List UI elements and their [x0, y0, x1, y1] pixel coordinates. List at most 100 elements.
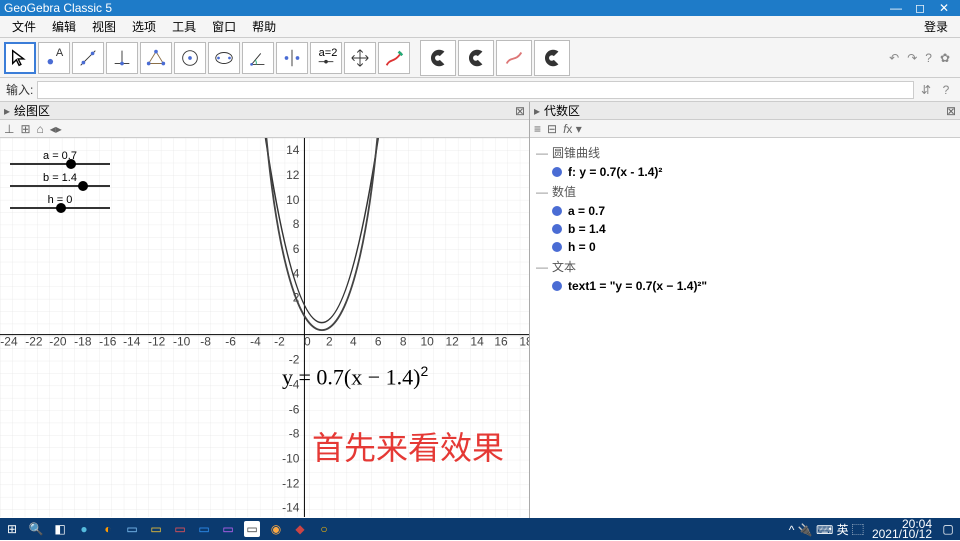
menu-options[interactable]: 选项 [126, 16, 162, 37]
visibility-dot[interactable] [552, 242, 562, 252]
tool-custom-4[interactable] [534, 40, 570, 76]
tool-reflect[interactable] [276, 42, 308, 74]
notifications-icon[interactable]: ▢ [940, 521, 956, 537]
svg-text:-24: -24 [0, 335, 18, 349]
algebra-item-a[interactable]: a = 0.7 [536, 202, 954, 220]
graph-panel-header[interactable]: ▸ 绘图区 ⊠ [0, 102, 529, 120]
slider-b[interactable]: b = 1.4 [10, 172, 110, 187]
menu-edit[interactable]: 编辑 [46, 16, 82, 37]
redo-icon[interactable]: ↷ [907, 51, 917, 65]
algebra-item-h[interactable]: h = 0 [536, 238, 954, 256]
start-icon[interactable]: ⊞ [4, 521, 20, 537]
category-conic[interactable]: —圆锥曲线 [536, 142, 954, 163]
slider-h[interactable]: h = 0 [10, 194, 110, 209]
svg-text:-14: -14 [123, 335, 141, 349]
tool-custom-1[interactable] [420, 40, 456, 76]
tool-pen[interactable] [378, 42, 410, 74]
window-titlebar: GeoGebra Classic 5 — ◻ ✕ [0, 0, 960, 16]
svg-text:-20: -20 [49, 335, 67, 349]
svg-text:4: 4 [350, 335, 357, 349]
visibility-dot[interactable] [552, 206, 562, 216]
algebra-tree: —圆锥曲线 f: y = 0.7(x - 1.4)² —数值 a = 0.7 b… [530, 138, 960, 518]
visibility-dot[interactable] [552, 224, 562, 234]
visibility-dot[interactable] [552, 167, 562, 177]
caption-text: 首先来看效果 [312, 423, 504, 469]
input-help-icon[interactable]: ? [938, 83, 954, 97]
app-icon[interactable]: ○ [316, 521, 332, 537]
graph-panel: ▸ 绘图区 ⊠ ⊥ ⊞ ⌂ ◂▸ -24-22-20-18 -16-14-12-… [0, 102, 530, 518]
svg-text:14: 14 [286, 143, 300, 157]
svg-text:a=2: a=2 [319, 47, 337, 59]
svg-text:A: A [56, 47, 64, 59]
tool-slider[interactable]: a=2 [310, 42, 342, 74]
aux-icon[interactable]: ⊟ [547, 122, 557, 136]
algebra-item-b[interactable]: b = 1.4 [536, 220, 954, 238]
app-icon[interactable]: ● [76, 521, 92, 537]
svg-text:8: 8 [293, 217, 300, 231]
algebra-item-text1[interactable]: text1 = "y = 0.7(x − 1.4)²" [536, 277, 954, 295]
algebra-item-f[interactable]: f: y = 0.7(x - 1.4)² [536, 163, 954, 181]
command-input[interactable] [37, 81, 914, 99]
menu-window[interactable]: 窗口 [206, 16, 242, 37]
app-icon[interactable]: ▭ [244, 521, 260, 537]
menu-file[interactable]: 文件 [6, 16, 42, 37]
maximize-button[interactable]: ◻ [908, 1, 932, 15]
tool-point[interactable]: A [38, 42, 70, 74]
nav-icon[interactable]: ◂▸ [50, 122, 62, 136]
svg-text:12: 12 [286, 168, 300, 182]
collapse-icon[interactable]: ▸ [4, 104, 14, 118]
algebra-panel-title: 代数区 [544, 102, 580, 119]
tool-move-view[interactable] [344, 42, 376, 74]
svg-text:-6: -6 [289, 402, 300, 416]
login-link[interactable]: 登录 [918, 16, 954, 37]
undo-icon[interactable]: ↶ [889, 51, 899, 65]
app-icon[interactable]: ▭ [172, 521, 188, 537]
grid-toggle[interactable]: ⊞ [20, 122, 30, 136]
menu-view[interactable]: 视图 [86, 16, 122, 37]
app-icon[interactable]: ▭ [196, 521, 212, 537]
search-icon[interactable]: 🔍 [28, 521, 44, 537]
svg-text:0: 0 [304, 335, 311, 349]
app-icon[interactable]: ◐ [100, 521, 116, 537]
tool-perpendicular[interactable] [106, 42, 138, 74]
svg-text:18: 18 [519, 335, 529, 349]
fx-label[interactable]: fx ▾ [563, 122, 582, 136]
axes-toggle[interactable]: ⊥ [4, 122, 14, 136]
category-text[interactable]: —文本 [536, 256, 954, 277]
tool-circle[interactable] [174, 42, 206, 74]
tool-ellipse[interactable] [208, 42, 240, 74]
svg-text:10: 10 [286, 193, 300, 207]
app-icon[interactable]: ◉ [268, 521, 284, 537]
tool-polygon[interactable] [140, 42, 172, 74]
algebra-panel-close[interactable]: ⊠ [946, 104, 956, 118]
app-icon[interactable]: ◆ [292, 521, 308, 537]
menu-tools[interactable]: 工具 [166, 16, 202, 37]
tool-custom-2[interactable] [458, 40, 494, 76]
tool-move[interactable] [4, 42, 36, 74]
tool-custom-3[interactable] [496, 40, 532, 76]
taskview-icon[interactable]: ◧ [52, 521, 68, 537]
help-icon[interactable]: ? [925, 51, 932, 65]
sort-icon[interactable]: ≡ [534, 122, 541, 136]
menu-help[interactable]: 帮助 [246, 16, 282, 37]
tray-icons[interactable]: ^ 🔌 ⌨ 英 ⬚ [789, 521, 864, 538]
input-dropdown-icon[interactable]: ⇵ [918, 83, 934, 97]
settings-icon[interactable]: ✿ [940, 51, 950, 65]
slider-a[interactable]: a = 0.7 [10, 150, 110, 165]
app-icon[interactable]: ▭ [148, 521, 164, 537]
tool-angle[interactable] [242, 42, 274, 74]
graph-panel-close[interactable]: ⊠ [515, 104, 525, 118]
graph-panel-title: 绘图区 [14, 102, 50, 119]
category-number[interactable]: —数值 [536, 181, 954, 202]
taskbar-clock[interactable]: 20:04 2021/10/12 [872, 519, 932, 539]
tool-line[interactable] [72, 42, 104, 74]
home-icon[interactable]: ⌂ [37, 122, 44, 136]
app-icon[interactable]: ▭ [220, 521, 236, 537]
collapse-icon[interactable]: ▸ [534, 104, 544, 118]
visibility-dot[interactable] [552, 281, 562, 291]
minimize-button[interactable]: — [884, 1, 908, 15]
close-button[interactable]: ✕ [932, 1, 956, 15]
graph-canvas[interactable]: -24-22-20-18 -16-14-12-10 -8-6-4-2 0246 … [0, 138, 529, 518]
algebra-panel-header[interactable]: ▸ 代数区 ⊠ [530, 102, 960, 120]
app-icon[interactable]: ▭ [124, 521, 140, 537]
